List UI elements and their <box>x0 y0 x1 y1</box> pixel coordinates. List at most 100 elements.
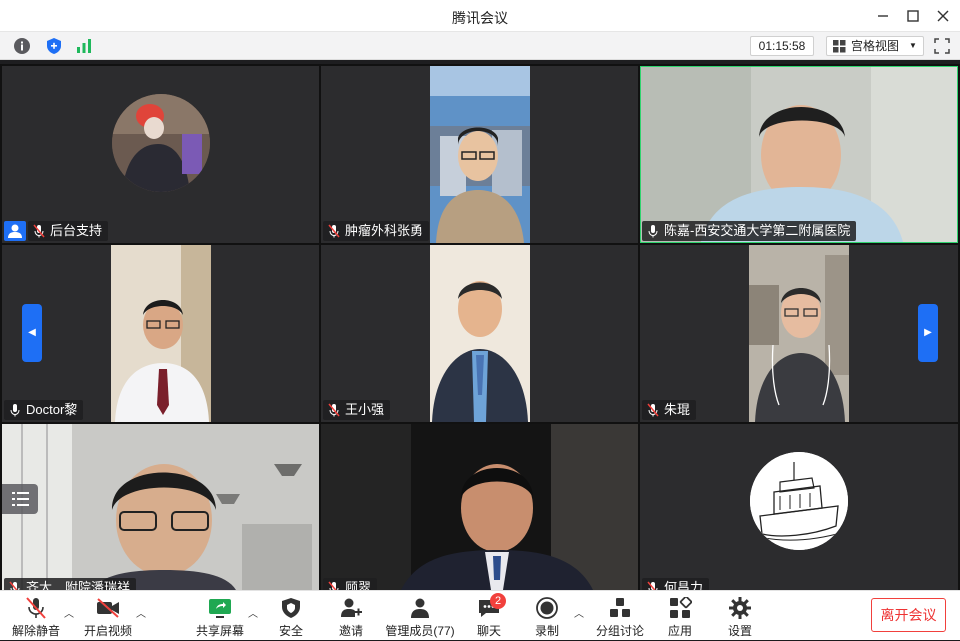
grid-view-icon <box>833 40 846 53</box>
security-button[interactable]: 安全 <box>270 591 312 641</box>
view-mode-button[interactable]: 宫格视图 ▼ <box>826 36 924 56</box>
gear-icon <box>729 597 751 619</box>
video-grid: 后台支持 肿瘤外科张勇 陈嘉-西安交通大学第二附属医院 Doctor黎 王小强 … <box>0 64 960 590</box>
mic-muted-icon <box>328 581 339 590</box>
participant-namebar: 后台支持 <box>28 221 109 241</box>
share-screen-label: 共享屏幕 <box>195 624 244 638</box>
participant-tile[interactable]: 朱琨 <box>640 245 958 422</box>
mic-icon <box>10 404 20 417</box>
participant-tile-active-speaker[interactable]: 陈嘉-西安交通大学第二附属医院 <box>640 66 958 243</box>
participant-namebar: 朱琨 <box>642 400 697 420</box>
participant-name: 齐大…附院潘瑞祥 <box>26 580 131 590</box>
signal-icon[interactable] <box>74 36 94 56</box>
security-label: 安全 <box>278 624 303 638</box>
settings-label: 设置 <box>727 624 752 638</box>
invite-label: 邀请 <box>338 624 363 638</box>
mic-muted-icon <box>26 597 46 619</box>
video-feed <box>2 424 319 590</box>
participant-tile[interactable]: 后台支持 <box>2 66 319 243</box>
camera-off-icon <box>97 598 119 618</box>
settings-button[interactable]: 设置 <box>720 591 760 641</box>
info-icon[interactable] <box>12 36 32 56</box>
shield-icon[interactable] <box>44 36 64 56</box>
participant-namebar: Doctor黎 <box>4 400 84 420</box>
chat-button[interactable]: 聊天 2 <box>470 591 508 641</box>
mic-muted-icon <box>328 224 340 238</box>
participant-name: 朱琨 <box>664 402 691 417</box>
previous-page-button[interactable]: ◀ <box>22 304 42 362</box>
mic-muted-icon <box>647 403 659 417</box>
mic-muted-icon <box>647 581 658 590</box>
participant-tile[interactable]: 肿瘤外科张勇 <box>321 66 638 243</box>
unmute-label: 解除静音 <box>11 624 60 638</box>
manage-members-label: 管理成员(77) <box>385 624 455 638</box>
participant-namebar: 齐大…附院潘瑞祥 <box>4 578 137 590</box>
chat-unread-badge: 2 <box>490 593 506 609</box>
participant-tile[interactable]: 王小强 <box>321 245 638 422</box>
participant-namebar: 何昌力 <box>642 578 710 590</box>
fullscreen-icon[interactable] <box>932 36 952 56</box>
breakout-label: 分组讨论 <box>595 624 644 638</box>
title-bar: 腾讯会议 <box>0 0 960 32</box>
chevron-up-icon[interactable]: ︿ <box>574 605 584 620</box>
apps-button[interactable]: 应用 <box>660 591 700 641</box>
avatar <box>112 94 210 192</box>
participant-tile[interactable]: 齐大…附院潘瑞祥 <box>2 424 319 590</box>
start-video-label: 开启视频 <box>83 624 132 638</box>
record-button[interactable]: 录制 <box>528 591 566 641</box>
participant-name: 顾翠 <box>345 580 372 590</box>
list-toggle-icon[interactable] <box>2 484 38 514</box>
share-screen-button[interactable]: 共享屏幕 <box>194 591 246 641</box>
chat-label: 聊天 <box>476 624 501 638</box>
video-feed <box>321 424 638 590</box>
record-icon <box>536 597 558 619</box>
participant-name: Doctor黎 <box>26 402 78 417</box>
add-user-icon <box>341 598 362 617</box>
participant-namebar: 顾翠 <box>323 578 378 590</box>
breakout-icon <box>610 598 630 617</box>
mic-muted-icon <box>33 224 45 238</box>
video-feed <box>641 67 957 242</box>
participant-tile[interactable]: 顾翠 <box>321 424 638 590</box>
members-icon <box>411 598 429 618</box>
start-video-button[interactable]: 开启视频 <box>82 591 134 641</box>
host-badge <box>4 221 26 241</box>
share-screen-icon <box>209 599 231 618</box>
participant-name: 后台支持 <box>50 223 103 238</box>
participant-tile[interactable]: Doctor黎 <box>2 245 319 422</box>
participant-name: 王小强 <box>345 402 385 417</box>
participant-namebar: 肿瘤外科张勇 <box>323 221 430 241</box>
video-feed <box>430 245 530 422</box>
breakout-rooms-button[interactable]: 分组讨论 <box>594 591 646 641</box>
video-feed <box>749 245 849 422</box>
meeting-window: 腾讯会议 01:15:58 宫格视图 ▼ 后台支持 肿瘤外科张勇 陈嘉-西安交通… <box>0 0 960 640</box>
shield-icon <box>282 598 300 618</box>
participant-name: 何昌力 <box>664 580 704 590</box>
chevron-down-icon: ▼ <box>909 41 917 50</box>
participant-name: 陈嘉-西安交通大学第二附属医院 <box>664 223 851 238</box>
mic-icon <box>648 225 658 238</box>
chevron-up-icon[interactable]: ︿ <box>64 605 74 620</box>
leave-meeting-button[interactable]: 离开会议 <box>871 598 946 632</box>
mic-muted-icon <box>9 581 20 590</box>
apps-label: 应用 <box>667 624 692 638</box>
manage-members-button[interactable]: 管理成员(77) <box>384 591 456 641</box>
participant-namebar: 王小强 <box>323 400 391 420</box>
participant-tile[interactable]: 何昌力 <box>640 424 958 590</box>
unmute-button[interactable]: 解除静音 <box>10 591 62 641</box>
chevron-up-icon[interactable]: ︿ <box>136 605 146 620</box>
top-toolbar: 01:15:58 宫格视图 ▼ <box>0 32 960 60</box>
view-mode-label: 宫格视图 <box>851 39 900 53</box>
apps-icon <box>670 597 692 618</box>
close-icon[interactable] <box>932 6 954 26</box>
window-title: 腾讯会议 <box>452 10 508 26</box>
invite-button[interactable]: 邀请 <box>330 591 372 641</box>
record-label: 录制 <box>534 624 559 638</box>
next-page-button[interactable]: ▶ <box>918 304 938 362</box>
chevron-up-icon[interactable]: ︿ <box>248 605 258 620</box>
participant-name: 肿瘤外科张勇 <box>345 223 424 238</box>
maximize-icon[interactable] <box>902 6 924 26</box>
meeting-timer: 01:15:58 <box>750 36 814 56</box>
avatar <box>750 452 848 550</box>
minimize-icon[interactable] <box>872 6 894 26</box>
